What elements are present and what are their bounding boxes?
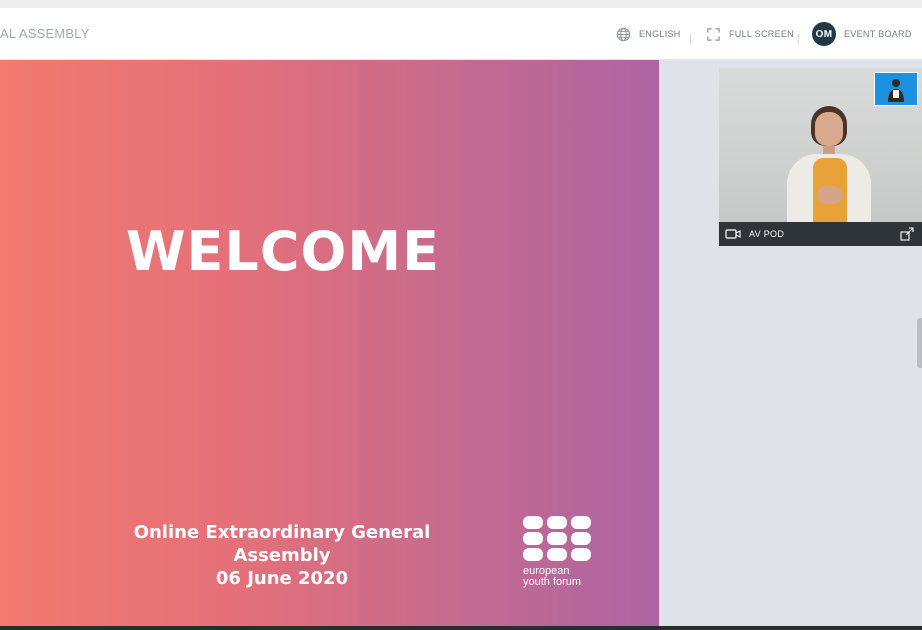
av-pod: AV POD <box>719 68 922 246</box>
av-pod-toolbar: AV POD <box>719 222 922 246</box>
slide-subtitle: Online Extraordinary General Assembly 06… <box>90 521 474 590</box>
event-board-label: EVENT BOARD <box>844 29 912 39</box>
divider <box>690 34 691 44</box>
event-board-button[interactable]: OM EVENT BOARD <box>812 22 912 46</box>
top-navigation-bar: AL ASSEMBLY ENGLISH FULL SCREEN OM EVENT… <box>0 8 922 60</box>
fullscreen-button[interactable]: FULL SCREEN <box>706 22 794 46</box>
speech-bubbles-logo-mark <box>523 516 595 561</box>
logo-bubble <box>523 548 543 561</box>
fullscreen-icon <box>707 27 720 41</box>
divider <box>798 34 799 44</box>
logo-text-line2: youth forum <box>523 576 582 588</box>
language-selector[interactable]: ENGLISH <box>616 22 681 46</box>
expand-icon[interactable] <box>900 227 914 241</box>
logo-bubble <box>547 516 567 529</box>
logo-bubble <box>523 532 543 545</box>
logo-bubble <box>571 548 591 561</box>
user-avatar: OM <box>812 22 836 46</box>
logo-bubble <box>547 548 567 561</box>
event-title: AL ASSEMBLY <box>0 26 90 41</box>
video-feed[interactable] <box>719 68 922 222</box>
sign-language-interpreter-thumbnail[interactable] <box>874 72 918 106</box>
slide-heading: WELCOME <box>125 220 441 283</box>
language-label: ENGLISH <box>639 29 681 39</box>
logo-bubble <box>571 516 591 529</box>
slide-subtitle-event: Online Extraordinary General Assembly <box>133 522 431 566</box>
video-camera-icon <box>725 229 741 239</box>
logo-bubble <box>571 532 591 545</box>
logo-wordmark: european youth forum <box>523 566 595 588</box>
european-youth-forum-logo: european youth forum <box>523 516 595 596</box>
speaker-face <box>815 112 843 146</box>
speaker-hands <box>817 186 843 204</box>
sign-language-interpreter-icon <box>888 79 904 102</box>
globe-icon <box>616 27 631 41</box>
bottom-edge-bar <box>0 626 922 630</box>
logo-bubble <box>547 532 567 545</box>
panel-resize-handle[interactable] <box>917 318 922 368</box>
av-pod-label: AV POD <box>749 229 785 239</box>
logo-bubble <box>523 516 543 529</box>
slide-subtitle-date: 06 June 2020 <box>215 568 349 589</box>
fullscreen-label: FULL SCREEN <box>729 29 794 39</box>
presentation-slide: WELCOME Online Extraordinary General Ass… <box>0 60 659 626</box>
